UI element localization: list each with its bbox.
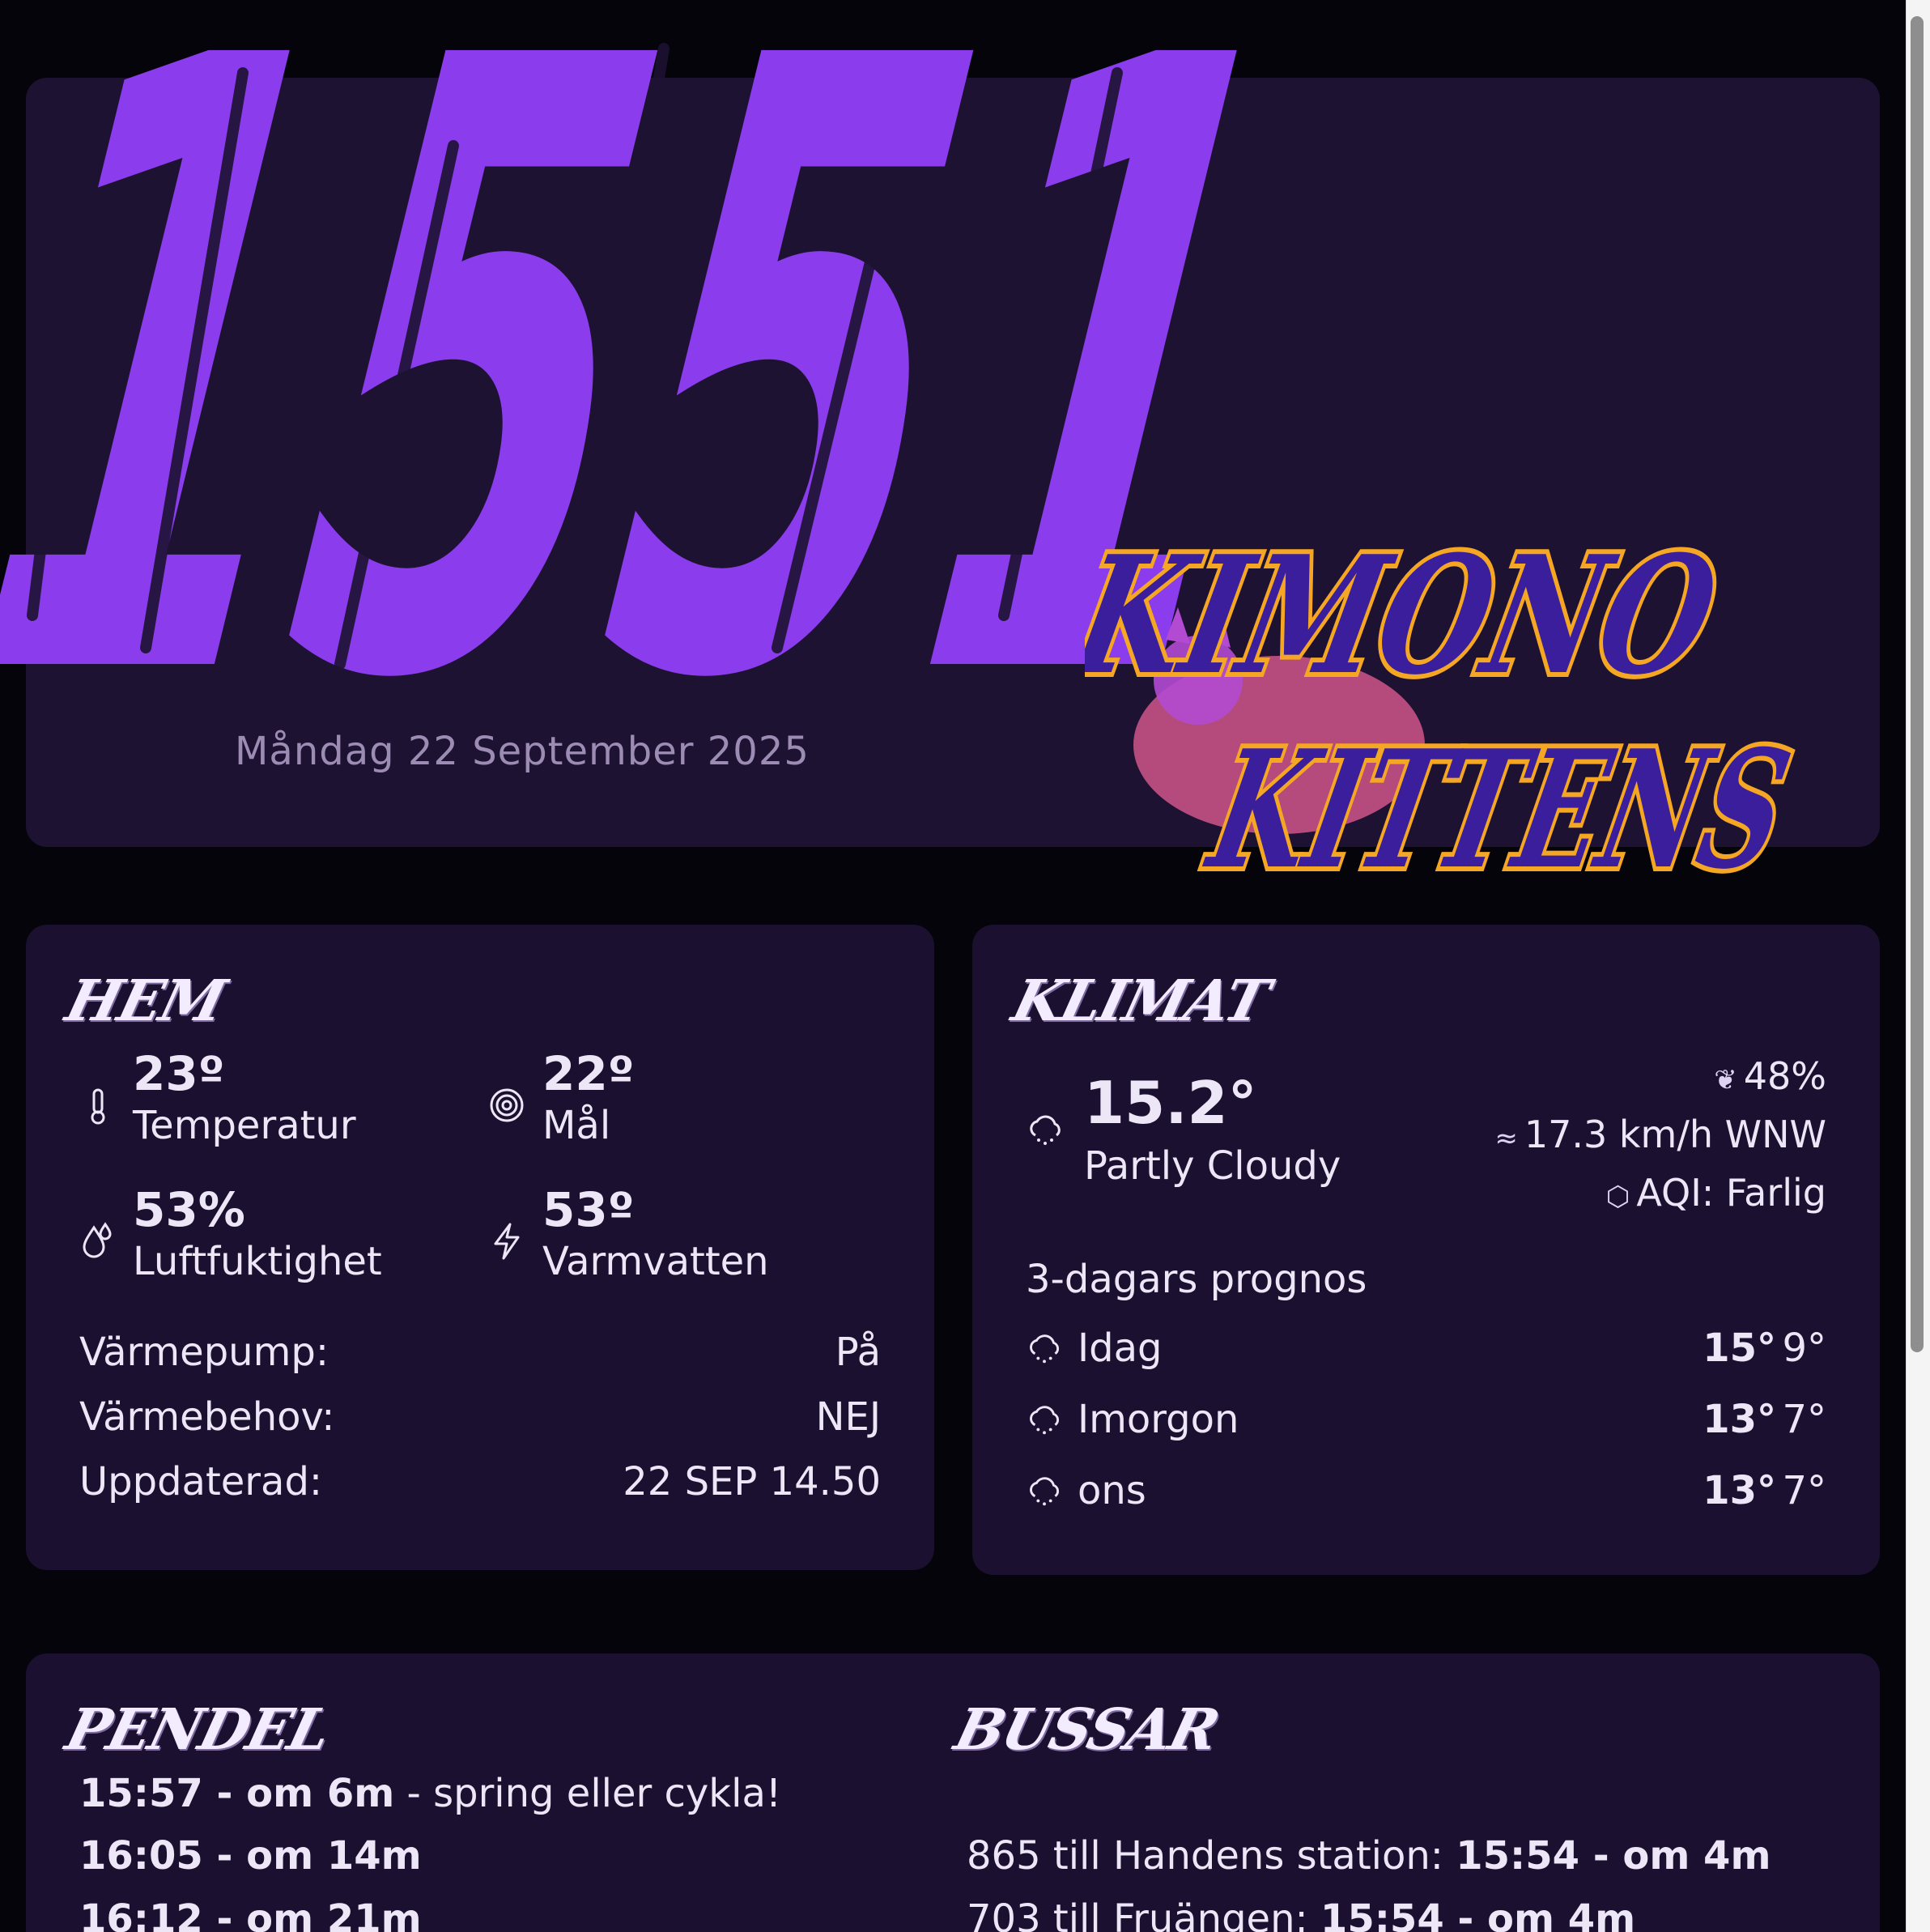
target-value: 22º — [542, 1046, 635, 1101]
pendel-departure: 16:12 - om 21m — [79, 1896, 422, 1932]
row-updated: Uppdaterad: 22 SEP 14.50 — [79, 1459, 881, 1504]
scrollbar-thumb[interactable] — [1911, 16, 1924, 1352]
bus-time: 15:54 - om 4m — [1456, 1833, 1771, 1879]
kimono-kittens-logo: KIMONO KITTENS — [1085, 515, 1809, 909]
heatdemand-label: Värmebehov: — [79, 1394, 335, 1440]
forecast-high: 13° — [1703, 1468, 1776, 1513]
departure-time: 16:05 - om 14m — [79, 1833, 422, 1879]
logo-line1: KIMONO — [1085, 520, 1732, 710]
bus-route: 703 till Fruängen: — [967, 1896, 1320, 1932]
thermometer-icon — [91, 1088, 105, 1125]
hem-card: HEM 23º Temperatur 22º Mål 53% Luftfukti… — [26, 925, 934, 1570]
date-label: Måndag 22 September 2025 — [235, 729, 810, 774]
cloud-drizzle-icon — [1030, 1477, 1059, 1506]
humidity-value: 53% — [133, 1182, 245, 1237]
pendel-departure: 16:05 - om 14m — [79, 1833, 422, 1879]
forecast-day: ons — [1078, 1468, 1146, 1513]
forecast-high: 15° — [1703, 1326, 1776, 1371]
pendel-departure: 15:57 - om 6m - spring eller cykla! — [79, 1771, 781, 1816]
pendel-title: PENDEL — [59, 1696, 337, 1763]
temperature-label: Temperatur — [133, 1103, 356, 1148]
clock-display: 1551 — [0, 0, 1263, 696]
wind-icon: ≈ — [1494, 1122, 1518, 1155]
forecast-row-tomorrow: Imorgon 13° 7° — [1026, 1397, 1826, 1445]
cloud-drizzle-icon — [1030, 1115, 1061, 1145]
air-quality: ⬡ AQI: Farlig — [1606, 1171, 1826, 1215]
departure-time: 15:57 - om 6m — [79, 1771, 395, 1816]
heatpump-label: Värmepump: — [79, 1330, 329, 1375]
outdoor-humidity-value: 48% — [1743, 1054, 1826, 1098]
forecast-high: 13° — [1703, 1397, 1776, 1442]
temperature-value: 23º — [133, 1046, 225, 1101]
hotwater-label: Varmvatten — [542, 1239, 769, 1284]
transit-card: PENDEL BUSSAR 15:57 - om 6m - spring ell… — [26, 1653, 1880, 1932]
current-condition: Partly Cloudy — [1084, 1143, 1341, 1189]
row-heatdemand: Värmebehov: NEJ — [79, 1394, 881, 1440]
forecast-day: Imorgon — [1078, 1397, 1239, 1442]
klimat-card: KLIMAT 15.2° Partly Cloudy ❦ 48% ≈17.3 km… — [972, 925, 1880, 1575]
outdoor-humidity: ❦ 48% — [1714, 1054, 1826, 1098]
cloud-drizzle-icon — [1030, 1406, 1059, 1435]
forecast-low: 7° — [1782, 1397, 1826, 1442]
bus-route: 865 till Handens station: — [967, 1833, 1456, 1879]
forecast-row-today: Idag 15° 9° — [1026, 1326, 1826, 1374]
current-temperature: 15.2° — [1084, 1069, 1257, 1137]
cloud-drizzle-icon — [1030, 1334, 1059, 1364]
bussar-title: BUSSAR — [948, 1696, 1225, 1763]
wind-value: 17.3 km/h WNW — [1524, 1113, 1826, 1156]
hexagon-icon: ⬡ — [1605, 1181, 1630, 1213]
klimat-title: KLIMAT — [1005, 967, 1275, 1034]
heatpump-value: På — [835, 1330, 881, 1375]
forecast-row-wednesday: ons 13° 7° — [1026, 1468, 1826, 1517]
hotwater-value: 53º — [542, 1182, 635, 1237]
target-label: Mål — [542, 1103, 611, 1148]
bolt-icon — [494, 1223, 520, 1260]
forecast-day: Idag — [1078, 1326, 1163, 1371]
updated-label: Uppdaterad: — [79, 1459, 323, 1504]
row-heatpump: Värmepump: På — [79, 1330, 881, 1375]
wind: ≈17.3 km/h WNW — [1494, 1113, 1826, 1156]
updated-value: 22 SEP 14.50 — [623, 1459, 881, 1504]
forecast-low: 9° — [1782, 1326, 1826, 1371]
heatdemand-value: NEJ — [815, 1394, 881, 1440]
aqi-value: AQI: Farlig — [1636, 1171, 1826, 1215]
clock-time: 1551 — [0, 0, 1263, 696]
logo-line2: KITTENS — [1194, 714, 1804, 904]
bus-time: 15:54 - om 4m — [1320, 1896, 1636, 1932]
humidity-icon: ❦ — [1714, 1064, 1737, 1096]
forecast-title: 3-dagars prognos — [1026, 1257, 1367, 1302]
humidity-label: Luftfuktighet — [133, 1239, 382, 1284]
bus-departure: 865 till Handens station: 15:54 - om 4m — [967, 1833, 1771, 1879]
humidity-icon — [83, 1222, 112, 1258]
target-icon — [490, 1088, 524, 1122]
departure-note: - spring eller cykla! — [394, 1771, 782, 1816]
departure-time: 16:12 - om 21m — [79, 1896, 422, 1932]
bus-departure: 703 till Fruängen: 15:54 - om 4m — [967, 1896, 1635, 1932]
hem-title: HEM — [59, 967, 232, 1034]
forecast-low: 7° — [1782, 1468, 1826, 1513]
